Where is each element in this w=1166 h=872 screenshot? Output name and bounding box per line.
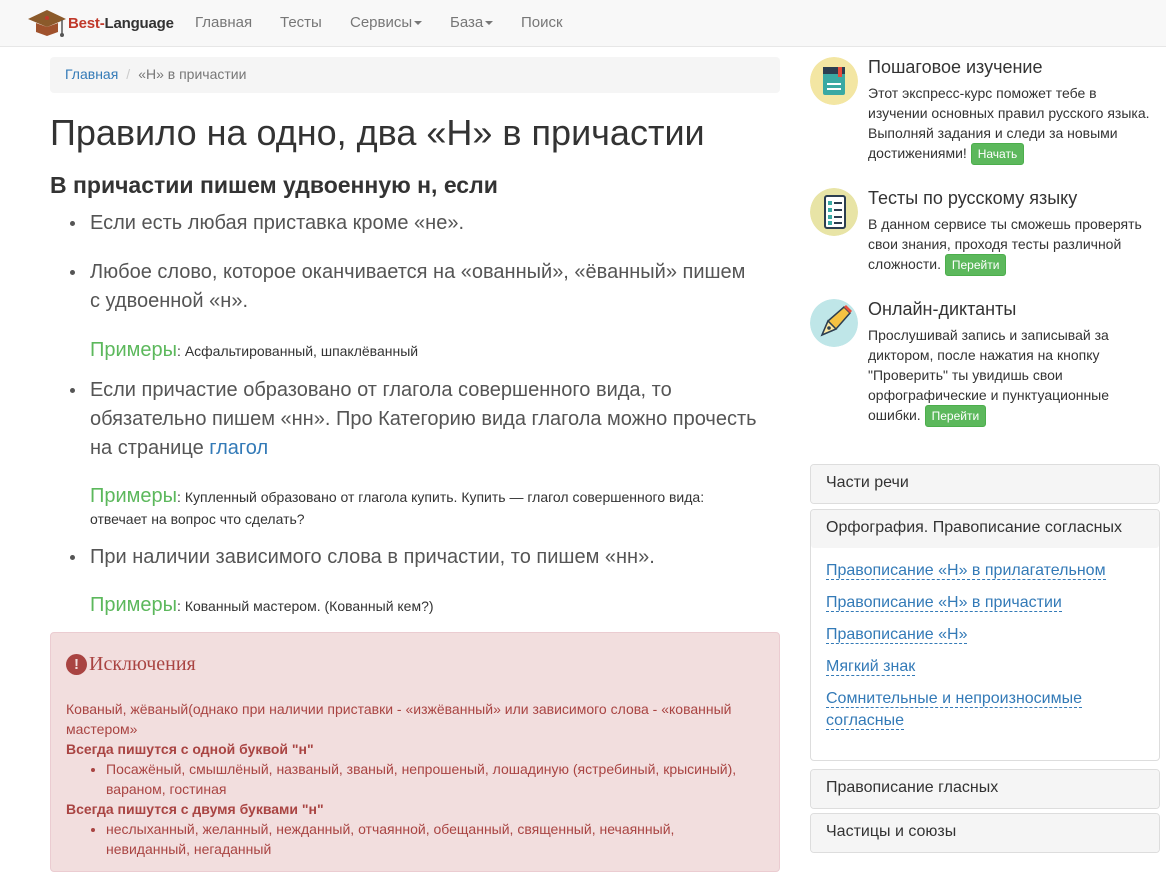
nav-home-link[interactable]: Главная [195,14,252,31]
orthography-links: Правописание «Н» в прилагательном Правоп… [811,548,1159,754]
graduation-cap-logo-icon [28,10,66,37]
exceptions-intro: Кованый, жёваный(однако при наличии прис… [66,701,732,737]
exceptions-body: Кованый, жёваный(однако при наличии прис… [66,699,756,859]
start-button[interactable]: Начать [970,143,1025,165]
rule-text: Если причастие образовано от глагола сов… [90,379,757,459]
brand-name-part2: Language [104,14,174,32]
promo-text-wrapper: Этот экспресс-курс поможет тебе в изучен… [868,83,1160,165]
exceptions-header: ! Исключения [66,653,196,676]
promo-dictations: Онлайн-диктанты Прослушивай запись и зап… [810,299,1160,429]
example-label: Примеры [90,594,178,616]
promo-title: Тесты по русскому языку [868,188,1078,208]
doubtful-consonants-link[interactable]: Сомнительные и непроизносимые согласные [826,690,1083,730]
double-n-heading: Всегда пишутся с двумя буквами "н" [66,801,324,817]
soft-sign-link[interactable]: Мягкий знак [826,658,916,676]
promo-title: Пошаговое изучение [868,57,1043,77]
example-text: : Асфальтированный, шпаклёванный [177,343,419,359]
double-n-words: неслыханный, желанный, нежданный, отчаян… [106,819,756,859]
panel-vowels: Правописание гласных [810,769,1160,809]
breadcrumb-separator: / [126,66,131,82]
bullet-icon [70,555,75,560]
exceptions-alert: ! Исключения Кованый, жёваный(однако при… [50,632,780,872]
promo-text-wrapper: Прослушивай запись и записывай за диктор… [868,325,1160,427]
breadcrumb: Главная / «Н» в причастии [50,57,780,93]
exceptions-title: Исключения [89,653,196,675]
rule-text: Любое слово, которое оканчивается на «ов… [90,261,746,312]
orthography-header[interactable]: Орфография. Правописание согласных [811,510,1159,548]
nav-services-label: Сервисы [350,14,413,31]
promo-text-wrapper: В данном сервисе ты сможешь проверять св… [868,214,1160,276]
panel-particles: Частицы и союзы [810,813,1160,853]
example-label: Примеры [90,339,178,361]
nav-services-dropdown[interactable]: Сервисы [350,14,423,31]
rule-text: При наличии зависимого слова в причастии… [90,546,655,568]
example-line: Примеры: Кованный мастером. (Кованный ке… [90,594,760,617]
caret-down-icon [414,21,423,26]
page-title: Правило на одно, два «Н» в причастии [50,112,705,153]
promo-title: Онлайн-диктанты [868,299,1017,319]
book-icon [810,57,858,105]
checklist-icon [810,188,858,236]
example-text: : Купленный образовано от глагола купить… [90,489,705,527]
breadcrumb-home-link[interactable]: Главная [65,66,118,82]
nav-tests-link[interactable]: Тесты [280,14,322,31]
promo-step-learning: Пошаговое изучение Этот экспресс-курс по… [810,57,1160,167]
parts-of-speech-header[interactable]: Части речи [811,465,1159,503]
list-item: Правописание «Н» в причастии [826,592,1144,614]
list-item: Правописание «Н» [826,624,1144,646]
verb-page-link[interactable]: глагол [209,437,268,459]
page-subtitle: В причастии пишем удвоенную н, если [50,172,498,198]
breadcrumb-current: «Н» в причастии [138,66,247,82]
rule-item: При наличии зависимого слова в причастии… [70,543,760,572]
nav-base-label: База [450,14,484,31]
list-item: Мягкий знак [826,656,1144,678]
example-line: Примеры: Асфальтированный, шпаклёванный [90,339,760,362]
promo-text: Прослушивай запись и записывай за диктор… [868,327,1110,423]
spelling-n-link[interactable]: Правописание «Н» [826,626,968,644]
bullet-icon [70,388,75,393]
adjective-n-link[interactable]: Правописание «Н» в прилагательном [826,562,1106,580]
rule-item: Если есть любая приставка кроме «не». [70,209,760,238]
single-n-words: Посажёный, смышлёный, названый, званый, … [106,759,756,799]
single-n-heading: Всегда пишутся с одной буквой "н" [66,741,314,757]
brand-name-part1: Best- [68,14,105,32]
brand-logo-link[interactable]: Best-Language [26,3,174,43]
vowels-header[interactable]: Правописание гласных [811,770,1159,808]
particles-header[interactable]: Частицы и союзы [811,814,1159,852]
exclamation-circle-icon: ! [66,654,87,675]
bullet-icon [70,221,75,226]
pen-icon [810,299,858,347]
double-n-list: неслыханный, желанный, нежданный, отчаян… [106,819,756,859]
list-item: Сомнительные и непроизносимые согласные [826,688,1144,732]
nav-base-dropdown[interactable]: База [450,14,494,31]
list-item: Правописание «Н» в прилагательном [826,560,1144,582]
example-text: : Кованный мастером. (Кованный кем?) [177,598,434,614]
panel-parts-of-speech: Части речи [810,464,1160,504]
promo-tests: Тесты по русскому языку В данном сервисе… [810,188,1160,278]
example-label: Примеры [90,485,178,507]
example-line: Примеры: Купленный образовано от глагола… [90,485,760,530]
rule-text: Если есть любая приставка кроме «не». [90,212,465,234]
rule-item: Любое слово, которое оканчивается на «ов… [70,258,760,316]
nav-search-link[interactable]: Поиск [521,14,563,31]
dictations-go-button[interactable]: Перейти [924,405,987,427]
bullet-icon [70,270,75,275]
rule-text-wrapper: Если причастие образовано от глагола сов… [90,376,760,463]
tests-go-button[interactable]: Перейти [944,254,1007,276]
rule-item: Если причастие образовано от глагола сов… [70,376,760,463]
participle-n-link[interactable]: Правописание «Н» в причастии [826,594,1062,612]
navbar: Best-Language Главная Тесты Сервисы База… [0,0,1166,47]
panel-orthography: Орфография. Правописание согласных Право… [810,509,1160,761]
caret-down-icon [485,21,494,26]
single-n-list: Посажёный, смышлёный, названый, званый, … [106,759,756,799]
